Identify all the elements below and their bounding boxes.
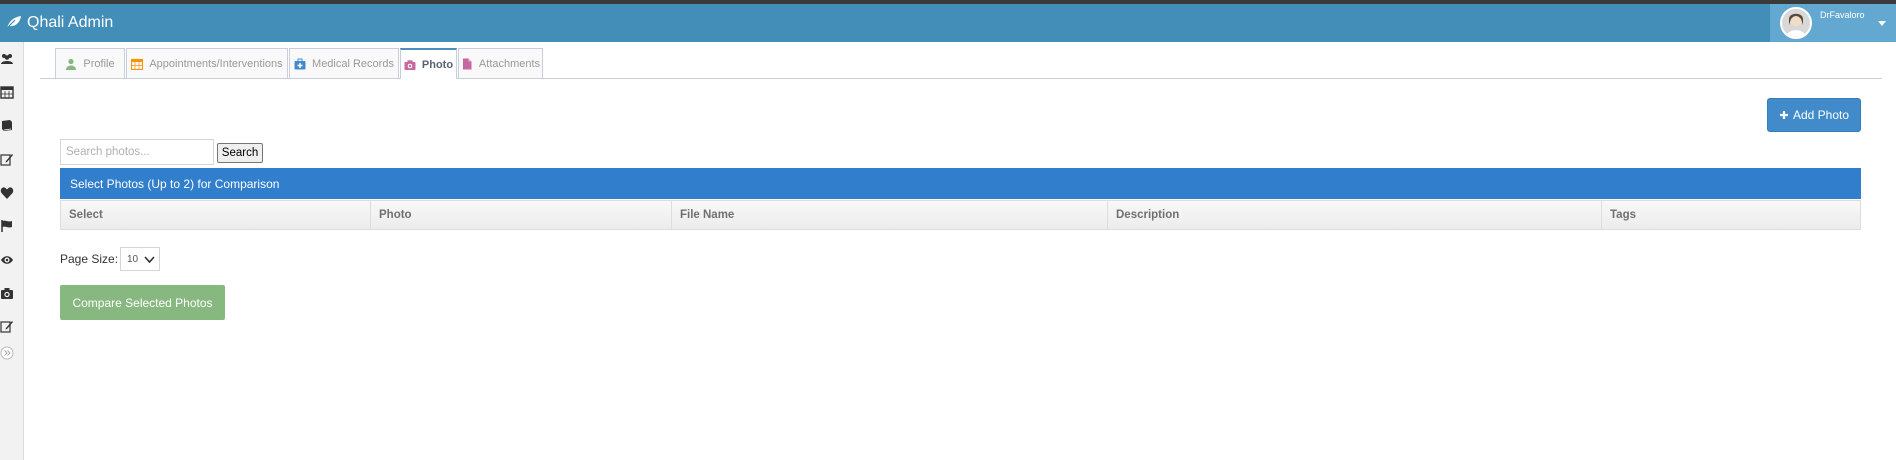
book-icon (2, 120, 12, 131)
app-title: Qhali Admin (27, 14, 114, 31)
medkit-icon (294, 58, 306, 69)
sidebar-item-book[interactable] (0, 118, 14, 132)
calendar-icon (131, 58, 144, 70)
tab-medical-records[interactable]: Medical Records (289, 48, 399, 78)
column-header-select[interactable]: Select (61, 201, 371, 229)
photos-table-header: Select Photo File Name Description Tags (60, 200, 1861, 230)
collapse-icon (0, 346, 14, 360)
tab-profile[interactable]: Profile (55, 48, 125, 78)
user-name: DrFavaloro (1820, 10, 1865, 20)
search-input[interactable] (60, 139, 214, 165)
column-header-file-name[interactable]: File Name (672, 201, 1108, 229)
plus-icon (1779, 111, 1788, 119)
page-size-select[interactable]: 10 (120, 247, 160, 271)
brand[interactable]: Qhali Admin (6, 10, 113, 36)
page-size-value: 10 (127, 253, 139, 265)
sidebar-collapse-toggle[interactable] (0, 346, 14, 360)
leaf-icon (6, 15, 22, 32)
camera-icon (404, 59, 416, 70)
page-size-label: Page Size: (60, 252, 119, 266)
edit-icon (0, 321, 13, 333)
edit-icon (0, 154, 13, 166)
sidebar-item-calendar[interactable] (0, 85, 14, 99)
tab-label: Profile (83, 57, 115, 70)
tab-photo[interactable]: Photo (400, 48, 457, 79)
navbar: Qhali Admin DrFavaloro (0, 4, 1896, 42)
calendar-icon (0, 86, 14, 99)
eye-icon (1, 256, 13, 264)
caret-down-icon (1878, 21, 1886, 26)
sidebar (0, 42, 24, 460)
add-photo-button[interactable]: Add Photo (1767, 98, 1861, 132)
tab-appointments[interactable]: Appointments/Interventions (126, 48, 288, 78)
camera-icon (1, 288, 13, 299)
column-header-description[interactable]: Description (1108, 201, 1602, 229)
sidebar-item-health[interactable] (0, 186, 14, 200)
heart-icon (0, 187, 14, 199)
sidebar-item-users[interactable] (0, 52, 14, 66)
search-button[interactable]: Search (217, 143, 263, 163)
user-icon (66, 58, 77, 70)
column-header-tags[interactable]: Tags (1602, 201, 1860, 229)
avatar (1780, 7, 1812, 39)
column-header-photo[interactable]: Photo (371, 201, 672, 229)
flag-icon (1, 220, 12, 232)
tab-label: Attachments (478, 57, 541, 70)
tab-label: Medical Records (312, 57, 394, 70)
chevron-down-icon (144, 256, 155, 264)
sidebar-item-camera[interactable] (0, 286, 14, 300)
sidebar-item-edit[interactable] (0, 319, 14, 333)
tab-bar: Profile Appointments/Interventions Medic… (40, 48, 1882, 79)
add-photo-label: Add Photo (1792, 108, 1850, 122)
users-icon (1, 54, 13, 64)
sidebar-item-view[interactable] (0, 253, 14, 267)
tab-attachments[interactable]: Attachments (458, 48, 543, 78)
table-caption: Select Photos (Up to 2) for Comparison (60, 168, 1861, 199)
sidebar-item-notes[interactable] (0, 152, 14, 166)
tab-label: Appointments/Interventions (149, 57, 283, 70)
tab-label: Photo (421, 58, 454, 71)
file-icon (462, 58, 472, 69)
user-menu[interactable]: DrFavaloro (1770, 4, 1896, 42)
sidebar-item-flag[interactable] (0, 219, 14, 233)
compare-photos-button[interactable]: Compare Selected Photos (60, 285, 225, 320)
